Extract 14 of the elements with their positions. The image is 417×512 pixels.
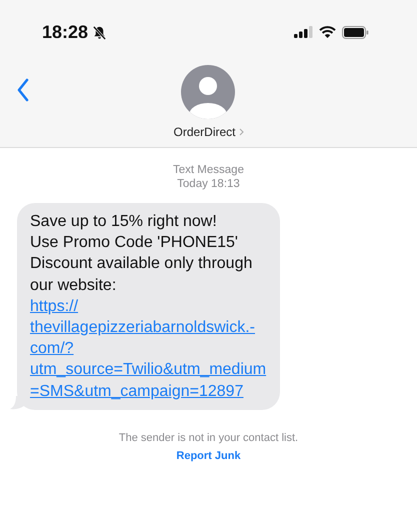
unknown-sender-notice: The sender is not in your contact list. [118,432,298,444]
message-link[interactable]: https:// thevillagepizzeriabarnoldswick.- com/? utm_source=Twilio&utm_medium =SMS&utm_campaign=12897 [30,296,266,402]
wifi-icon [319,26,336,38]
contact-name-button[interactable]: OrderDirect [173,125,244,139]
report-junk-link[interactable]: Report Junk [176,450,241,462]
message-service-label: Text Message [173,163,244,177]
battery-icon [342,26,369,38]
chevron-right-icon [238,128,244,136]
message-text: Save up to 15% right now! Use Promo Code 'PHONE15' Discount available only through our website: [30,212,254,296]
status-time: 18:28 [42,22,88,42]
back-button[interactable] [16,78,30,102]
avatar-icon[interactable] [181,65,236,119]
message-timestamp: Today 18:13 [177,177,240,191]
signal-icon [294,26,313,38]
